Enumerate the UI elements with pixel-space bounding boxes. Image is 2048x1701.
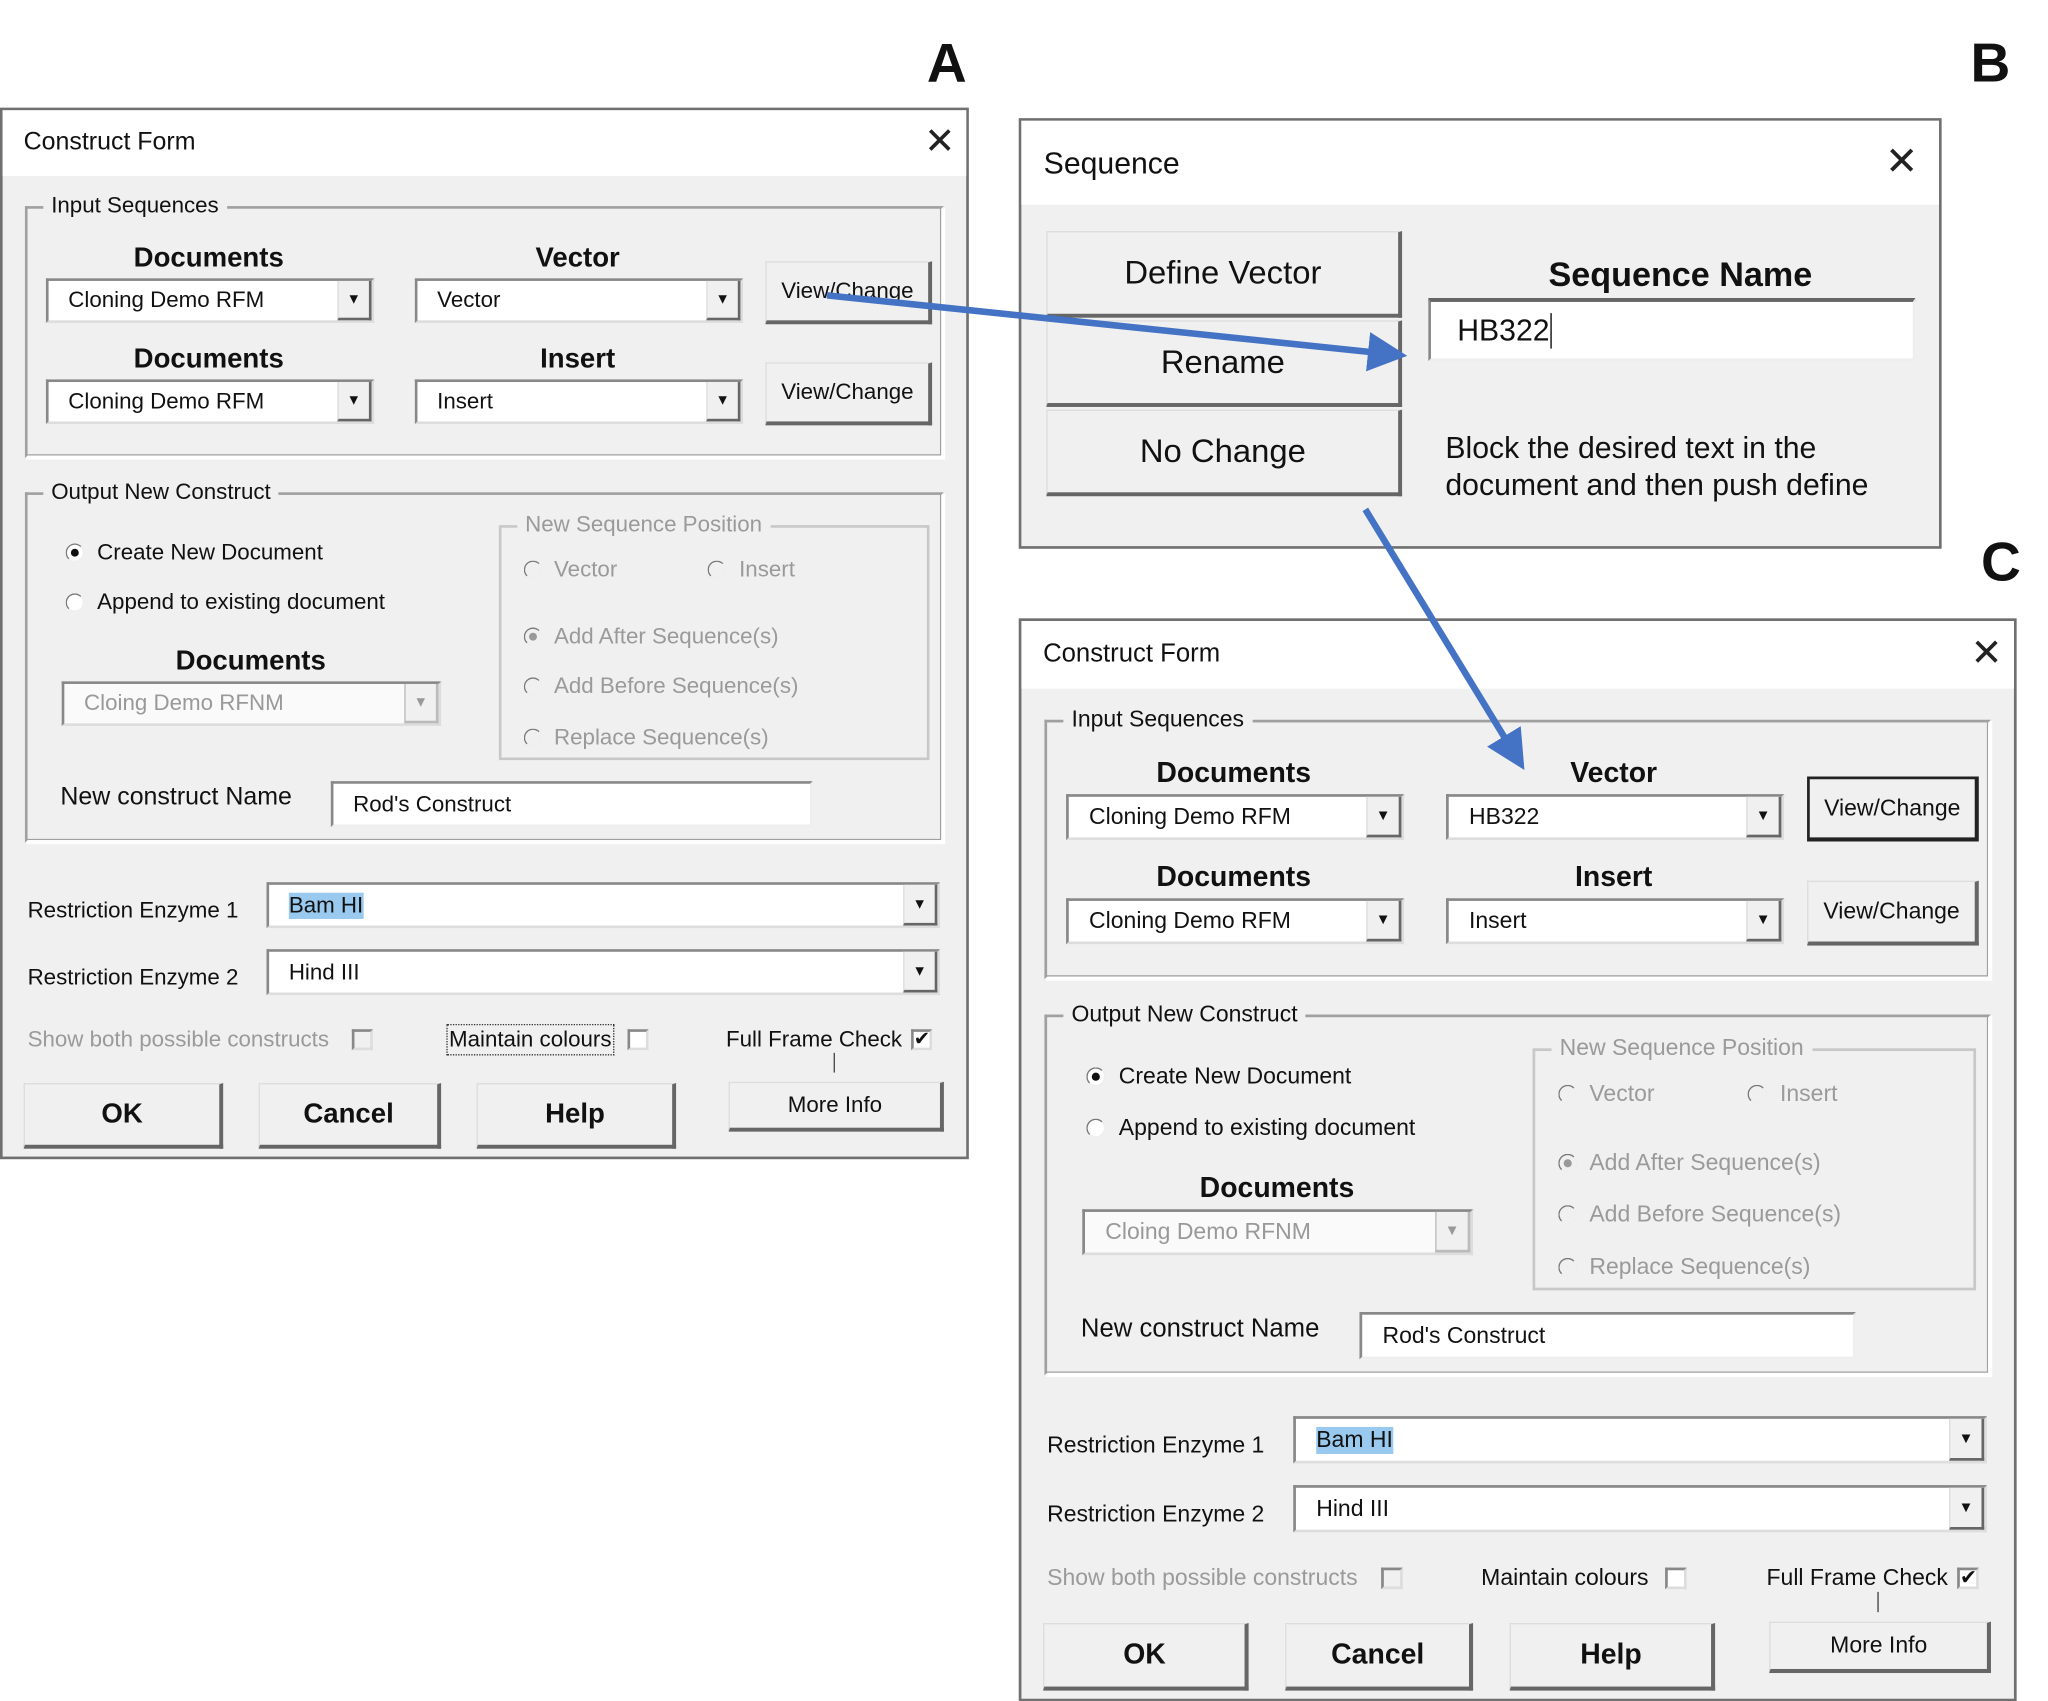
- arrow-view-change-to-sequence: [826, 292, 1408, 372]
- figure: A B C Construct Form ✕ Input Sequences D…: [0, 0, 2048, 1701]
- arrows-overlay: [826, 292, 1525, 771]
- arrow-sequence-to-form-c: [1362, 507, 1525, 771]
